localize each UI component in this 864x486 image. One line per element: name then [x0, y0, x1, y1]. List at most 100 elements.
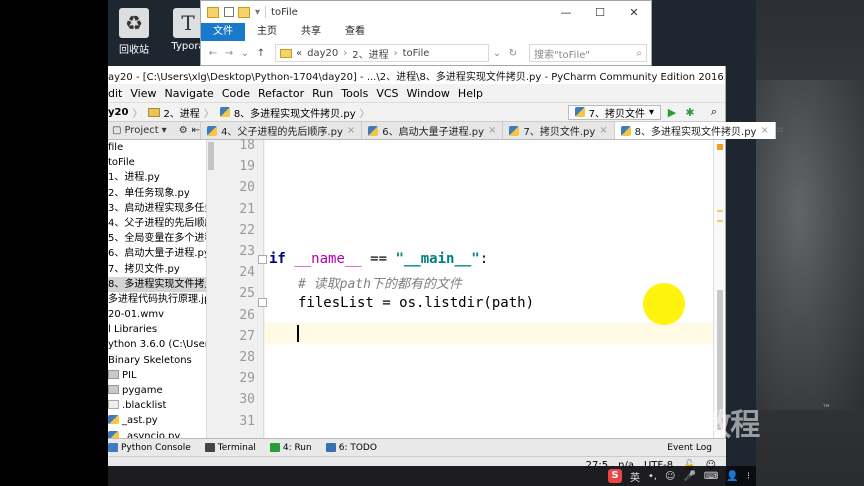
breadcrumb-tofile[interactable]: toFile	[403, 48, 430, 59]
debug-icon[interactable]: ✱	[683, 106, 697, 119]
tree-item[interactable]: 8、多进程实现文件拷贝.py	[108, 276, 206, 292]
tree-item[interactable]: 2、单任务现象.py	[108, 186, 206, 201]
tray-menu-icon[interactable]: ⁝	[747, 471, 750, 482]
tab-file-7[interactable]: 7、拷贝文件.py ×	[503, 122, 615, 139]
tree-item[interactable]: 多进程代码执行原理.jpg	[108, 292, 206, 307]
fold-marker-icon[interactable]	[258, 298, 267, 307]
address-dropdown-icon[interactable]: ⌄	[489, 48, 505, 59]
menu-run[interactable]: Run	[308, 87, 337, 100]
breadcrumb-process[interactable]: 2、进程 〉	[148, 105, 214, 120]
error-stripe-mark[interactable]	[717, 210, 723, 212]
user-icon[interactable]: 👤	[726, 471, 738, 482]
tree-item[interactable]: l Libraries	[108, 322, 206, 337]
menu-edit[interactable]: dit	[108, 87, 126, 100]
project-tool-header[interactable]: ▢ Project ▾ ⚙ ⇤	[108, 122, 202, 139]
tool-label: 6: TODO	[338, 442, 377, 453]
recent-dropdown-icon[interactable]: ⌄	[237, 48, 253, 59]
breadcrumb-process[interactable]: 2、进程	[352, 46, 388, 61]
chevron-down-icon[interactable]: ▾	[162, 125, 167, 136]
fold-marker-icon[interactable]	[258, 255, 267, 264]
error-stripe-mark[interactable]	[717, 220, 723, 222]
run-icon[interactable]: ▶	[665, 106, 679, 119]
project-tree-scrollbar[interactable]	[206, 140, 214, 438]
tree-item[interactable]: 3、启动进程实现多任务.py	[108, 201, 206, 216]
tree-item-label: 6、启动大量子进程.py	[108, 248, 206, 260]
keyboard-icon[interactable]: ⌨	[704, 471, 718, 482]
tree-item[interactable]: 5、全局变量在多个进程中不	[108, 231, 206, 246]
up-arrow-icon[interactable]: ↑	[253, 48, 269, 59]
tree-item[interactable]: .blacklist	[108, 398, 206, 413]
close-button[interactable]: ✕	[617, 6, 651, 19]
tree-item[interactable]: ython 3.6.0 (C:\Users\xlg\	[108, 337, 206, 352]
punctuation-icon[interactable]: •,	[648, 471, 657, 482]
address-bar[interactable]: « day20 › 2、进程 › toFile	[275, 44, 489, 62]
tree-item[interactable]: 7、拷贝文件.py	[108, 262, 206, 277]
ribbon-tab-file[interactable]: 文件	[201, 23, 245, 41]
python-console-button[interactable]: Python Console	[108, 443, 191, 453]
close-tab-icon[interactable]: ×	[760, 125, 768, 136]
checkbox-icon[interactable]	[224, 7, 234, 17]
code-editor[interactable]: if __name__ == "__main__": # 读取path下的都有的…	[265, 140, 713, 438]
close-tab-icon[interactable]: ×	[488, 125, 496, 136]
terminal-button[interactable]: Terminal	[204, 443, 256, 453]
tree-item[interactable]: pygame	[108, 383, 206, 398]
menu-tools[interactable]: Tools	[337, 87, 372, 100]
code-line-25[interactable]: # 读取path下的都有的文件	[298, 273, 462, 292]
menu-navigate[interactable]: Navigate	[160, 87, 217, 100]
event-log-button[interactable]: Event Log	[667, 443, 712, 453]
tree-item[interactable]: _ast.py	[108, 413, 206, 428]
code-line-24[interactable]: if __name__ == "__main__":	[269, 251, 488, 267]
settings-gear-icon[interactable]: ⚙	[179, 125, 188, 136]
tree-item[interactable]: toFile	[108, 155, 206, 170]
forward-arrow-icon[interactable]: →	[221, 48, 237, 59]
tree-item[interactable]: 1、进程.py	[108, 170, 206, 185]
ribbon-tab-view[interactable]: 查看	[333, 23, 377, 41]
refresh-icon[interactable]: ↻	[505, 48, 521, 59]
menu-vcs[interactable]: VCS	[372, 87, 402, 100]
menu-view[interactable]: View	[126, 87, 160, 100]
back-arrow-icon[interactable]: ←	[205, 48, 221, 59]
emoji-icon[interactable]: ☺	[665, 471, 675, 482]
collapse-icon[interactable]: ⇤	[192, 125, 200, 136]
tab-file-4[interactable]: 4、父子进程的先后顺序.py ×	[201, 122, 363, 139]
tree-item[interactable]: file	[108, 140, 206, 155]
editor-scrollbar[interactable]	[713, 140, 725, 438]
ribbon-tab-home[interactable]: 主页	[245, 23, 289, 41]
code-line-26[interactable]: filesList = os.listdir(path)	[298, 295, 534, 311]
menu-help[interactable]: Help	[454, 87, 487, 100]
run-tool-button[interactable]: 4: Run	[269, 443, 312, 453]
tree-item[interactable]: PIL	[108, 368, 206, 383]
close-tab-icon[interactable]: ×	[599, 125, 607, 136]
dropdown-icon[interactable]: ▾	[255, 7, 260, 18]
mic-icon[interactable]: 🎤	[683, 471, 695, 482]
search-everywhere-icon[interactable]: ⌕	[707, 105, 721, 119]
search-box[interactable]: 搜索"toFile" ⌕	[529, 44, 647, 62]
breadcrumb-day20[interactable]: day20	[307, 48, 338, 59]
run-configuration-select[interactable]: 7、拷贝文件 ▾	[567, 104, 661, 120]
tree-item[interactable]: 4、父子进程的先后顺序.py	[108, 216, 206, 231]
tree-item[interactable]: 20-01.wmv	[108, 307, 206, 322]
tree-item[interactable]: 6、启动大量子进程.py	[108, 246, 206, 261]
tab-file-8[interactable]: 8、多进程实现文件拷贝.py ×	[614, 122, 776, 139]
menu-refactor[interactable]: Refactor	[254, 87, 308, 100]
desktop-icon-recycle-bin[interactable]: ♻ 回收站	[104, 8, 164, 56]
new-folder-icon[interactable]	[238, 6, 250, 18]
tree-item[interactable]: Binary Skeletons	[108, 353, 206, 368]
inspection-status-icon[interactable]	[717, 144, 723, 150]
ime-language[interactable]: 英	[630, 469, 640, 484]
tree-item-label: 3、启动进程实现多任务.py	[108, 202, 206, 214]
menu-code[interactable]: Code	[218, 87, 254, 100]
tab-overflow-icon[interactable]: ≡	[776, 125, 784, 136]
breadcrumb-overflow[interactable]: «	[296, 48, 302, 59]
todo-button[interactable]: 6: TODO	[325, 442, 377, 453]
minimize-button[interactable]: —	[549, 6, 583, 19]
sogou-ime-icon[interactable]: S	[607, 469, 622, 483]
menu-window[interactable]: Window	[403, 87, 454, 100]
breadcrumb-file[interactable]: 8、多进程实现文件拷贝.py 〉	[219, 105, 370, 120]
tree-item[interactable]: _asyncio.py	[108, 429, 206, 438]
close-tab-icon[interactable]: ×	[347, 125, 355, 136]
breadcrumb-day20[interactable]: y20 〉	[108, 105, 142, 120]
maximize-button[interactable]: ☐	[583, 6, 617, 19]
ribbon-tab-share[interactable]: 共享	[289, 23, 333, 41]
tab-file-6[interactable]: 6、启动大量子进程.py ×	[362, 122, 504, 139]
